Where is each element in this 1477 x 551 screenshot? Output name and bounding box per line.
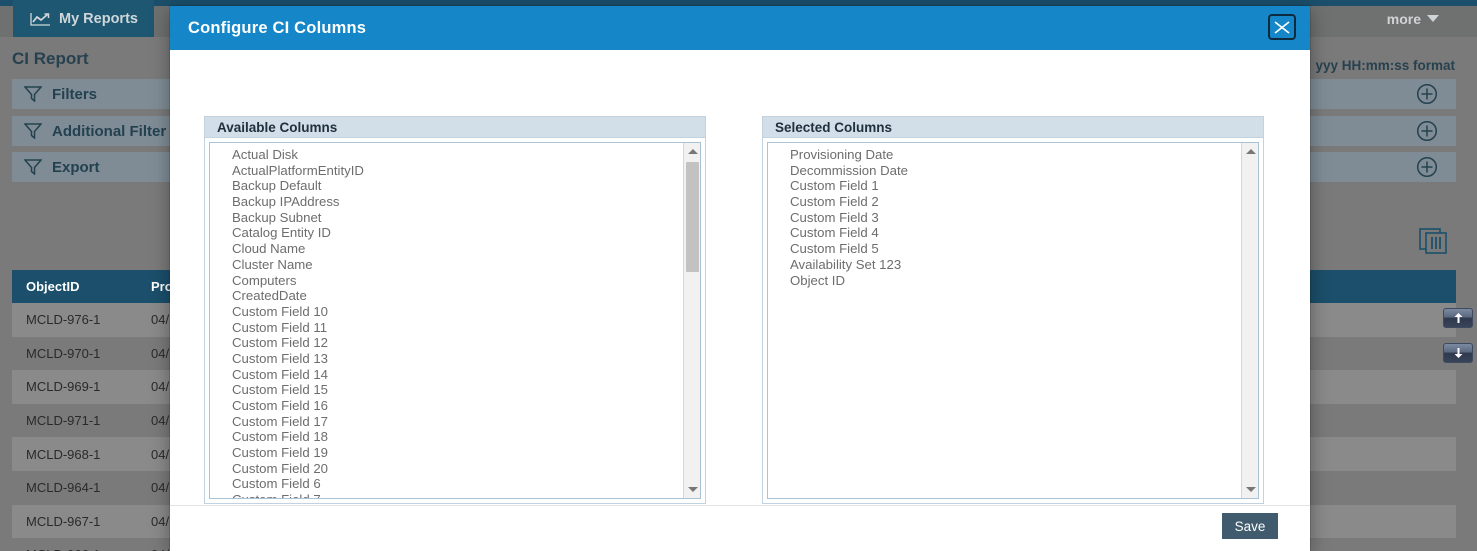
available-column-option[interactable]: Backup IPAddress bbox=[210, 194, 682, 210]
available-column-option[interactable]: Backup Subnet bbox=[210, 210, 682, 226]
selected-column-option[interactable]: Decommission Date bbox=[768, 163, 1240, 179]
selected-columns-list: Provisioning Date Decommission Date Custom… bbox=[768, 147, 1240, 288]
available-column-option[interactable]: Custom Field 17 bbox=[210, 414, 682, 430]
available-column-option[interactable]: Custom Field 15 bbox=[210, 382, 682, 398]
chevron-down-icon bbox=[1427, 15, 1439, 22]
selected-column-option[interactable]: Custom Field 4 bbox=[768, 225, 1240, 241]
available-column-option[interactable]: Custom Field 16 bbox=[210, 398, 682, 414]
selected-columns-frame: Provisioning Date Decommission Date Custom… bbox=[762, 138, 1264, 504]
available-column-option[interactable]: Custom Field 14 bbox=[210, 367, 682, 383]
available-column-option[interactable]: Backup Default bbox=[210, 178, 682, 194]
available-columns-frame: Actual Disk ActualPlatformEntityID Backup … bbox=[204, 138, 706, 504]
move-up-icon[interactable] bbox=[1443, 308, 1473, 328]
move-down-button[interactable] bbox=[1443, 343, 1473, 363]
available-column-option[interactable]: ActualPlatformEntityID bbox=[210, 163, 682, 179]
available-column-option[interactable]: Custom Field 10 bbox=[210, 304, 682, 320]
cell-objectid: MCLD-968-1 bbox=[26, 446, 101, 462]
selected-column-option[interactable]: Custom Field 2 bbox=[768, 194, 1240, 210]
filter-bar-label: Additional Filter bbox=[52, 122, 167, 140]
available-columns-panel: Available Columns Actual Disk ActualPlatf… bbox=[204, 116, 706, 504]
configure-columns-icon[interactable] bbox=[1419, 228, 1447, 254]
selected-column-option[interactable]: Provisioning Date bbox=[768, 147, 1240, 163]
available-column-option[interactable]: Custom Field 6 bbox=[210, 476, 682, 492]
scrollbar-thumb[interactable] bbox=[686, 162, 699, 272]
add-icon[interactable] bbox=[1416, 83, 1438, 105]
scroll-up-icon[interactable] bbox=[684, 143, 700, 160]
available-column-option[interactable]: Custom Field 11 bbox=[210, 320, 682, 336]
scroll-down-icon[interactable] bbox=[684, 481, 700, 498]
cell-objectid: MCLD-966-1 bbox=[12, 538, 137, 551]
nav-tab-label: My Reports bbox=[59, 10, 138, 27]
available-column-option[interactable]: Custom Field 12 bbox=[210, 335, 682, 351]
date-format-hint: yyy HH:mm:ss format bbox=[1315, 58, 1455, 73]
selected-column-option[interactable]: Custom Field 3 bbox=[768, 210, 1240, 226]
selected-columns-panel: Selected Columns Provisioning Date Decomm… bbox=[762, 116, 1264, 504]
chart-line-icon bbox=[29, 11, 51, 27]
available-column-option[interactable]: Catalog Entity ID bbox=[210, 225, 682, 241]
selected-column-option[interactable]: Availability Set 123 bbox=[768, 257, 1240, 273]
dialog-header: Configure CI Columns bbox=[170, 6, 1310, 50]
configure-columns-dialog: Configure CI Columns Available Columns A… bbox=[170, 6, 1473, 551]
funnel-icon bbox=[23, 123, 43, 140]
available-column-option[interactable]: Custom Field 7 bbox=[210, 492, 682, 498]
cell-objectid: MCLD-971-1 bbox=[26, 413, 101, 429]
cell-objectid: MCLD-964-1 bbox=[26, 480, 101, 496]
cell-objectid: MCLD-969-1 bbox=[26, 379, 101, 395]
selected-column-option[interactable]: Object ID bbox=[768, 273, 1240, 289]
filter-bar-label: Export bbox=[52, 158, 100, 176]
column-header-objectid[interactable]: ObjectID bbox=[12, 270, 137, 303]
selected-column-option[interactable]: Custom Field 5 bbox=[768, 241, 1240, 257]
funnel-icon bbox=[23, 159, 43, 176]
page-title: CI Report bbox=[12, 49, 89, 68]
available-column-option[interactable]: Computers bbox=[210, 273, 682, 289]
available-column-option[interactable]: Cluster Name bbox=[210, 257, 682, 273]
available-column-option[interactable]: Custom Field 19 bbox=[210, 445, 682, 461]
selected-columns-listbox[interactable]: Provisioning Date Decommission Date Custom… bbox=[767, 142, 1259, 499]
cell-objectid: MCLD-967-1 bbox=[26, 513, 101, 529]
screen: My Reports more CI Report yyy HH:mm:ss f… bbox=[0, 0, 1477, 551]
available-column-option[interactable]: CreatedDate bbox=[210, 288, 682, 304]
dialog-footer: Save bbox=[170, 505, 1310, 551]
add-icon[interactable] bbox=[1416, 120, 1438, 142]
add-icon[interactable] bbox=[1416, 156, 1438, 178]
available-column-option[interactable]: Actual Disk bbox=[210, 147, 682, 163]
cell-objectid: MCLD-970-1 bbox=[26, 345, 101, 361]
selected-scrollbar[interactable] bbox=[1241, 143, 1258, 498]
selected-columns-header: Selected Columns bbox=[762, 116, 1264, 138]
available-column-option[interactable]: Custom Field 20 bbox=[210, 461, 682, 477]
move-up-button[interactable] bbox=[1443, 308, 1473, 328]
available-columns-list: Actual Disk ActualPlatformEntityID Backup … bbox=[210, 147, 682, 498]
nav-tab-my-reports[interactable]: My Reports bbox=[13, 0, 154, 37]
scroll-up-icon[interactable] bbox=[1242, 143, 1258, 160]
save-button[interactable]: Save bbox=[1222, 513, 1278, 539]
filter-bar-label: Filters bbox=[52, 85, 98, 103]
dialog-title: Configure CI Columns bbox=[188, 18, 367, 37]
available-column-option[interactable]: Cloud Name bbox=[210, 241, 682, 257]
cell-objectid: MCLD-976-1 bbox=[26, 312, 101, 328]
close-icon[interactable] bbox=[1268, 14, 1296, 40]
nav-more-label: more bbox=[1386, 10, 1421, 27]
move-down-icon[interactable] bbox=[1443, 343, 1473, 363]
scroll-down-icon[interactable] bbox=[1242, 481, 1258, 498]
funnel-icon bbox=[23, 86, 43, 103]
available-columns-header: Available Columns bbox=[204, 116, 706, 138]
available-column-option[interactable]: Custom Field 18 bbox=[210, 429, 682, 445]
available-scrollbar[interactable] bbox=[683, 143, 700, 498]
selected-column-option[interactable]: Custom Field 1 bbox=[768, 178, 1240, 194]
dialog-body: Available Columns Actual Disk ActualPlatf… bbox=[170, 50, 1473, 505]
nav-more-menu[interactable]: more bbox=[1387, 0, 1439, 37]
available-columns-listbox[interactable]: Actual Disk ActualPlatformEntityID Backup … bbox=[209, 142, 701, 499]
available-column-option[interactable]: Custom Field 13 bbox=[210, 351, 682, 367]
